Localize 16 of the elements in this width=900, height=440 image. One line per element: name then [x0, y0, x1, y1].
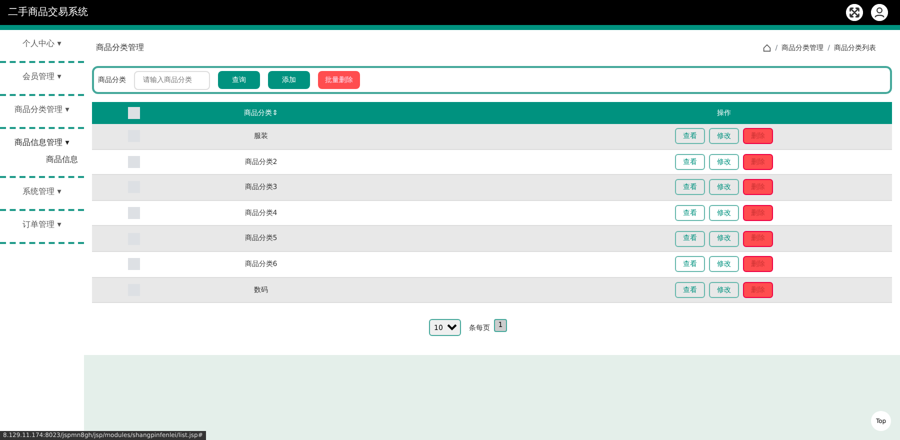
sidebar-menu-item[interactable]: 商品分类管理 ▾ — [14, 101, 70, 119]
fullscreen-icon[interactable] — [846, 4, 863, 21]
app-title: 二手商品交易系统 — [8, 6, 88, 20]
sidebar-menu-item[interactable]: 订单管理 ▾ — [22, 216, 62, 234]
sidebar-menu-item[interactable]: 个人中心 ▾ — [22, 35, 62, 53]
row-checkbox[interactable] — [128, 156, 140, 168]
sidebar-menu-item[interactable]: 商品信息管理 ▾ — [14, 134, 70, 152]
row-checkbox[interactable] — [128, 258, 140, 270]
sidebar-submenu-item[interactable]: 商品信息 — [0, 152, 84, 168]
sidebar-menu-item[interactable]: 会员管理 ▾ — [22, 68, 62, 86]
home-icon[interactable] — [763, 44, 772, 52]
select-all-checkbox[interactable] — [128, 107, 140, 119]
page-title: 商品分类管理 — [95, 42, 144, 54]
user-icon[interactable] — [871, 4, 888, 21]
row-checkbox[interactable] — [128, 207, 140, 220]
sidebar-menu-item[interactable]: 系统管理 ▾ — [22, 183, 62, 201]
